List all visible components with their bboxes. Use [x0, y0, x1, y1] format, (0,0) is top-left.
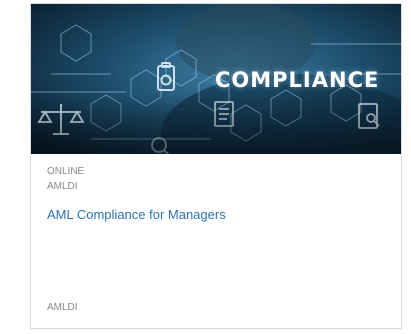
course-format-label: ONLINE	[47, 166, 85, 177]
course-provider-label: AMLDI	[47, 181, 78, 192]
course-banner-image[interactable]: COMPLIANCE	[31, 4, 401, 154]
card-body: ONLINE AMLDI AML Compliance for Managers…	[31, 154, 401, 328]
course-card[interactable]: COMPLIANCE ONLINE AMLDI AML Compliance f…	[30, 3, 402, 329]
course-footer-provider: AMLDI	[47, 302, 78, 313]
banner-title: COMPLIANCE	[215, 68, 380, 92]
course-title-link[interactable]: AML Compliance for Managers	[47, 207, 226, 222]
